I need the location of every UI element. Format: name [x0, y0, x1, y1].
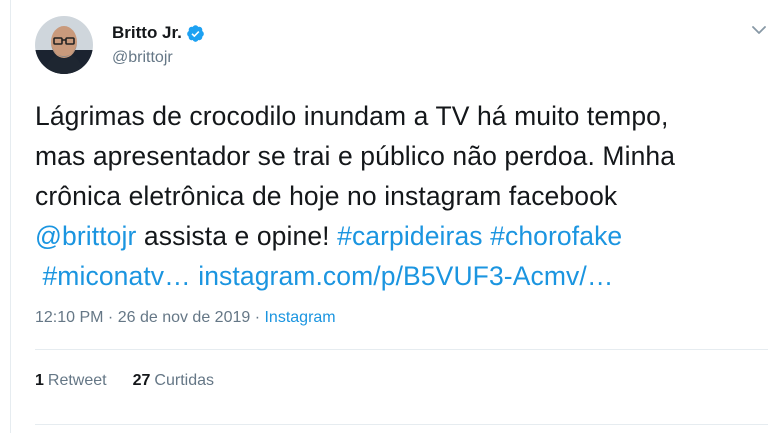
- hashtag-link[interactable]: #carpideiras: [337, 221, 483, 251]
- likes-count: 27: [132, 372, 151, 389]
- tweet-text-line: Lágrimas de crocodilo inundam a TV há mu…: [35, 96, 765, 136]
- divider: [35, 349, 768, 350]
- author-handle[interactable]: @brittojr: [112, 49, 173, 67]
- retweets-count: 1: [35, 372, 44, 389]
- tweet-date[interactable]: 26 de nov de 2019: [118, 309, 251, 326]
- tweet-meta: 12:10 PM · 26 de nov de 2019 · Instagram: [35, 309, 336, 327]
- likes-label: Curtidas: [154, 372, 214, 389]
- hashtag-link[interactable]: #miconatv…: [35, 261, 191, 291]
- tweet-text-segment: mas apresentador se trai e público não p…: [35, 141, 676, 171]
- hashtag-link[interactable]: #chorofake: [490, 221, 622, 251]
- divider: [35, 424, 768, 425]
- meta-separator: ·: [250, 309, 265, 326]
- author-display-name[interactable]: Britto Jr.: [112, 23, 182, 43]
- retweets-label: Retweet: [47, 372, 107, 389]
- tweet-text-line: crônica eletrônica de hoje no instagram …: [35, 176, 765, 216]
- tweet-stats: 1 Retweet 27 Curtidas: [35, 372, 214, 390]
- avatar[interactable]: [35, 16, 93, 74]
- tweet-text-line: #miconatv… instagram.com/p/B5VUF3-Acmv/…: [35, 256, 765, 296]
- author-name-row[interactable]: Britto Jr.: [112, 21, 205, 45]
- tweet-card: Britto Jr. @brittojr Lágrimas de crocodi…: [10, 0, 768, 433]
- tweet-text-segment: assista e opine!: [136, 221, 338, 251]
- tweet-text-segment: crônica eletrônica de hoje no instagram …: [35, 181, 618, 211]
- url-link[interactable]: instagram.com/p/B5VUF3-Acmv/…: [198, 261, 613, 291]
- chevron-down-icon[interactable]: [751, 24, 767, 36]
- tweet-text-line: @brittojr assista e opine! #carpideiras …: [35, 216, 765, 256]
- tweet-source-link[interactable]: Instagram: [264, 309, 335, 326]
- tweet-text-segment: Lágrimas de crocodilo inundam a TV há mu…: [35, 101, 669, 131]
- tweet-time[interactable]: 12:10 PM: [35, 309, 103, 326]
- tweet-text-line: mas apresentador se trai e público não p…: [35, 136, 765, 176]
- tweet-text: Lágrimas de crocodilo inundam a TV há mu…: [35, 96, 765, 296]
- likes-stat[interactable]: 27 Curtidas: [133, 372, 214, 390]
- meta-separator: ·: [103, 309, 118, 326]
- verified-badge-icon: [187, 24, 204, 42]
- mention-link[interactable]: @brittojr: [35, 221, 136, 251]
- retweets-stat[interactable]: 1 Retweet: [35, 372, 107, 390]
